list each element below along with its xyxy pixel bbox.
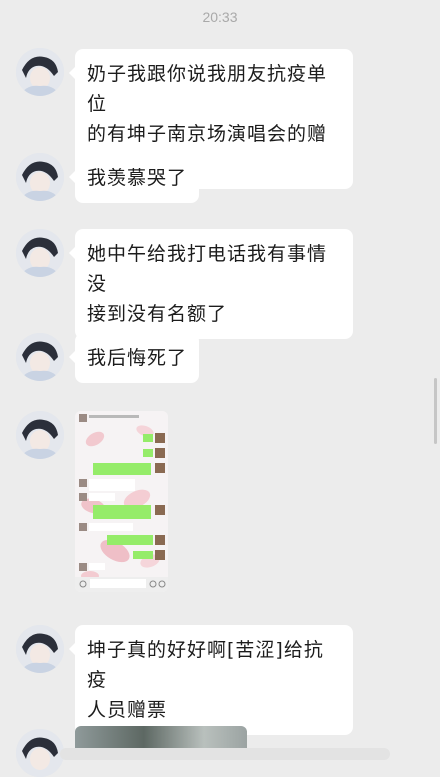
- avatar-photo-icon: [16, 411, 64, 459]
- message-bubble[interactable]: 我后悔死了: [68, 333, 200, 383]
- avatar-photo-icon: [16, 333, 64, 381]
- message-timestamp: 20:33: [202, 9, 238, 25]
- avatar-photo-icon: [16, 153, 64, 201]
- contact-avatar[interactable]: [16, 153, 64, 201]
- message-text-line: 奶子我跟你说我朋友抗疫单位: [87, 63, 328, 115]
- contact-avatar[interactable]: [16, 411, 64, 459]
- message-bubble[interactable]: 她中午给我打电话我有事情没 接到没有名额了: [69, 229, 353, 339]
- message-text-line: 我羡慕哭了: [87, 167, 188, 189]
- home-indicator: [60, 748, 390, 760]
- contact-avatar[interactable]: [16, 48, 64, 96]
- chat-screenshot-image: [75, 411, 168, 592]
- avatar-photo-icon: [16, 729, 64, 777]
- message-bubble[interactable]: 我羡慕哭了: [68, 153, 200, 203]
- message-bubble[interactable]: 坤子真的好好啊[苦涩]给抗疫 人员赠票: [69, 625, 353, 735]
- message-text-line: 她中午给我打电话我有事情没: [87, 243, 328, 295]
- contact-avatar[interactable]: [16, 229, 64, 277]
- message-text-line: 坤子真的好好啊[苦涩]给抗疫: [87, 639, 324, 691]
- message-text-line: 人员赠票: [87, 699, 168, 721]
- contact-avatar[interactable]: [16, 729, 64, 777]
- message-text-line: 接到没有名额了: [87, 303, 228, 325]
- avatar-photo-icon: [16, 625, 64, 673]
- contact-avatar[interactable]: [16, 333, 64, 381]
- avatar-photo-icon: [16, 48, 64, 96]
- message-text-line: 我后悔死了: [87, 347, 188, 369]
- contact-avatar[interactable]: [16, 625, 64, 673]
- avatar-photo-icon: [16, 229, 64, 277]
- scrollbar[interactable]: [434, 378, 437, 444]
- image-message[interactable]: [75, 411, 168, 592]
